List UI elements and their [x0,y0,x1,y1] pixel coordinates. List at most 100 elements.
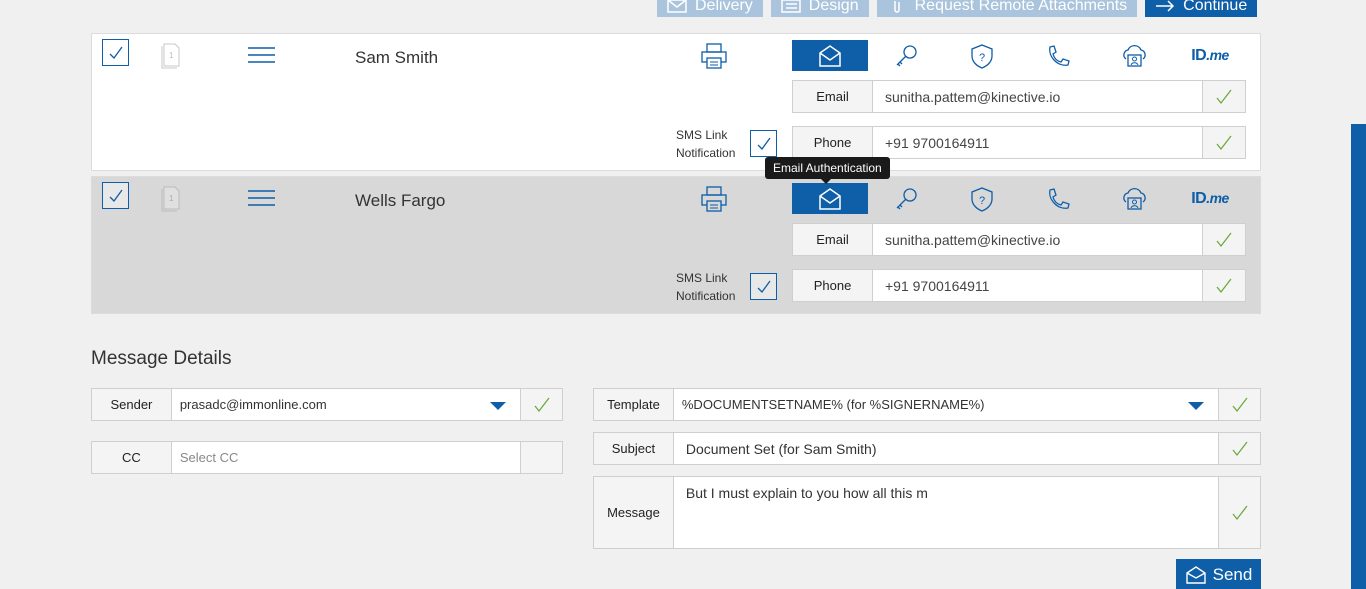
phone-auth-button[interactable] [1020,40,1096,71]
email-field: Email sunitha.pattem@kinective.io [792,80,1246,113]
idme-logo: ID.me [1191,47,1229,65]
template-field: Template %DOCUMENTSETNAME% (for %SIGNERN… [593,388,1261,421]
idme-logo: ID.me [1191,190,1229,208]
delivery-label: Delivery [695,0,753,14]
list-icon [781,0,801,13]
email-field: Email sunitha.pattem@kinective.io [792,223,1246,256]
sms-link-notification-label: SMS Link Notification [676,269,735,305]
message-details-title: Message Details [91,348,232,369]
send-button[interactable]: Send [1176,559,1261,589]
recipient-name: Wells Fargo [355,191,446,210]
send-label: Send [1212,565,1253,584]
document-icon[interactable]: 1 [160,184,182,212]
email-auth-button[interactable] [792,40,868,71]
template-label: Template [594,389,674,420]
phone-auth-button[interactable] [1020,183,1096,214]
key-auth-button[interactable] [868,40,944,71]
sender-value: prasadc@immonline.com [179,397,327,412]
recipient-name: Sam Smith [355,48,439,67]
phone-label: Phone [793,127,873,158]
continue-label: Continue [1183,0,1248,14]
checkmark-icon [1216,278,1232,293]
delivery-button[interactable]: Delivery [657,0,763,17]
envelope-icon [819,187,841,210]
cloud-id-icon [1123,187,1146,210]
svg-text:1: 1 [169,194,174,203]
message-textarea[interactable]: But I must explain to you how all this m [673,477,1220,548]
idme-auth-button[interactable]: ID.me [1172,183,1248,214]
sender-label: Sender [92,389,172,420]
checkmark-icon [757,137,771,150]
checkmark-icon [1232,505,1248,520]
document-icon[interactable]: 1 [160,41,182,69]
email-input[interactable]: sunitha.pattem@kinective.io [873,81,1203,112]
idme-auth-button[interactable]: ID.me [1172,40,1248,71]
auth-methods: ? ID.me [792,40,1248,71]
id-check-auth-button[interactable] [1096,183,1172,214]
sms-notification-checkbox[interactable] [750,130,777,157]
shield-question-icon: ? [971,43,993,69]
cloud-id-icon [1123,44,1146,67]
sms-link-notification-label: SMS Link Notification [676,126,735,162]
email-label: Email [793,224,873,255]
idme-suffix-text: .me [1206,46,1229,63]
sms-notification-checkbox[interactable] [750,273,777,300]
template-select[interactable]: %DOCUMENTSETNAME% (for %SIGNERNAME%) [673,389,1220,420]
checkmark-icon [109,189,123,202]
phone-input[interactable]: +91 9700164911 [873,270,1203,301]
subject-input[interactable]: Document Set (for Sam Smith) [673,433,1220,464]
envelope-icon [819,44,841,67]
id-check-auth-button[interactable] [1096,40,1172,71]
sender-select[interactable]: prasadc@immonline.com [171,389,522,420]
phone-icon [1049,44,1070,66]
arrow-right-icon [1156,0,1175,12]
message-field: Message But I must explain to you how al… [593,476,1261,549]
action-toolbar: Delivery Design Request Remote Attachmen… [657,0,1258,17]
security-question-auth-button[interactable]: ? [944,40,1020,71]
security-question-auth-button[interactable]: ? [944,183,1020,214]
printer-icon[interactable] [700,42,728,70]
key-icon [896,187,917,209]
design-button[interactable]: Design [770,0,869,17]
template-value: %DOCUMENTSETNAME% (for %SIGNERNAME%) [681,397,985,412]
cc-input[interactable]: Select CC [171,442,522,473]
recipient-select-checkbox[interactable] [102,182,129,209]
request-remote-attachments-button[interactable]: Request Remote Attachments [876,0,1138,17]
chevron-down-icon[interactable] [490,402,507,410]
message-valid-indicator [1219,477,1260,548]
hamburger-menu-icon[interactable] [248,190,275,206]
continue-button[interactable]: Continue [1145,0,1258,17]
subject-field: Subject Document Set (for Sam Smith) [593,432,1261,465]
phone-field: Phone +91 9700164911 [792,269,1246,302]
phone-input[interactable]: +91 9700164911 [873,127,1203,158]
paperclip-icon [893,0,900,13]
phone-label: Phone [793,270,873,301]
checkmark-icon [534,397,550,412]
email-auth-button[interactable] [792,183,868,214]
sms-label-line2: Notification [676,146,736,160]
checkmark-icon [757,280,771,293]
printer-icon[interactable] [700,185,728,213]
vertical-scrollbar[interactable] [1351,124,1366,589]
phone-valid-indicator [1203,127,1245,158]
request-remote-label: Request Remote Attachments [914,0,1128,14]
key-auth-button[interactable] [868,183,944,214]
email-input[interactable]: sunitha.pattem@kinective.io [873,224,1203,255]
envelope-icon [1185,566,1206,584]
phone-icon [1049,187,1070,209]
email-authentication-tooltip: Email Authentication [765,157,890,184]
subject-label: Subject [594,433,674,464]
design-label: Design [808,0,859,14]
auth-methods: ? ID.me [792,183,1248,214]
checkmark-icon [1216,135,1232,150]
checkmark-icon [1232,397,1248,412]
sender-valid-indicator [521,389,562,420]
phone-field: Phone +91 9700164911 [792,126,1246,159]
recipient-select-checkbox[interactable] [102,39,129,66]
chevron-down-icon[interactable] [1188,402,1205,410]
hamburger-menu-icon[interactable] [248,47,275,63]
sms-label-line2: Notification [676,289,736,303]
email-valid-indicator [1203,224,1245,255]
email-valid-indicator [1203,81,1245,112]
recipient-card: 1 Wells Fargo ? ID.me Email sunitha.patt… [91,176,1261,314]
